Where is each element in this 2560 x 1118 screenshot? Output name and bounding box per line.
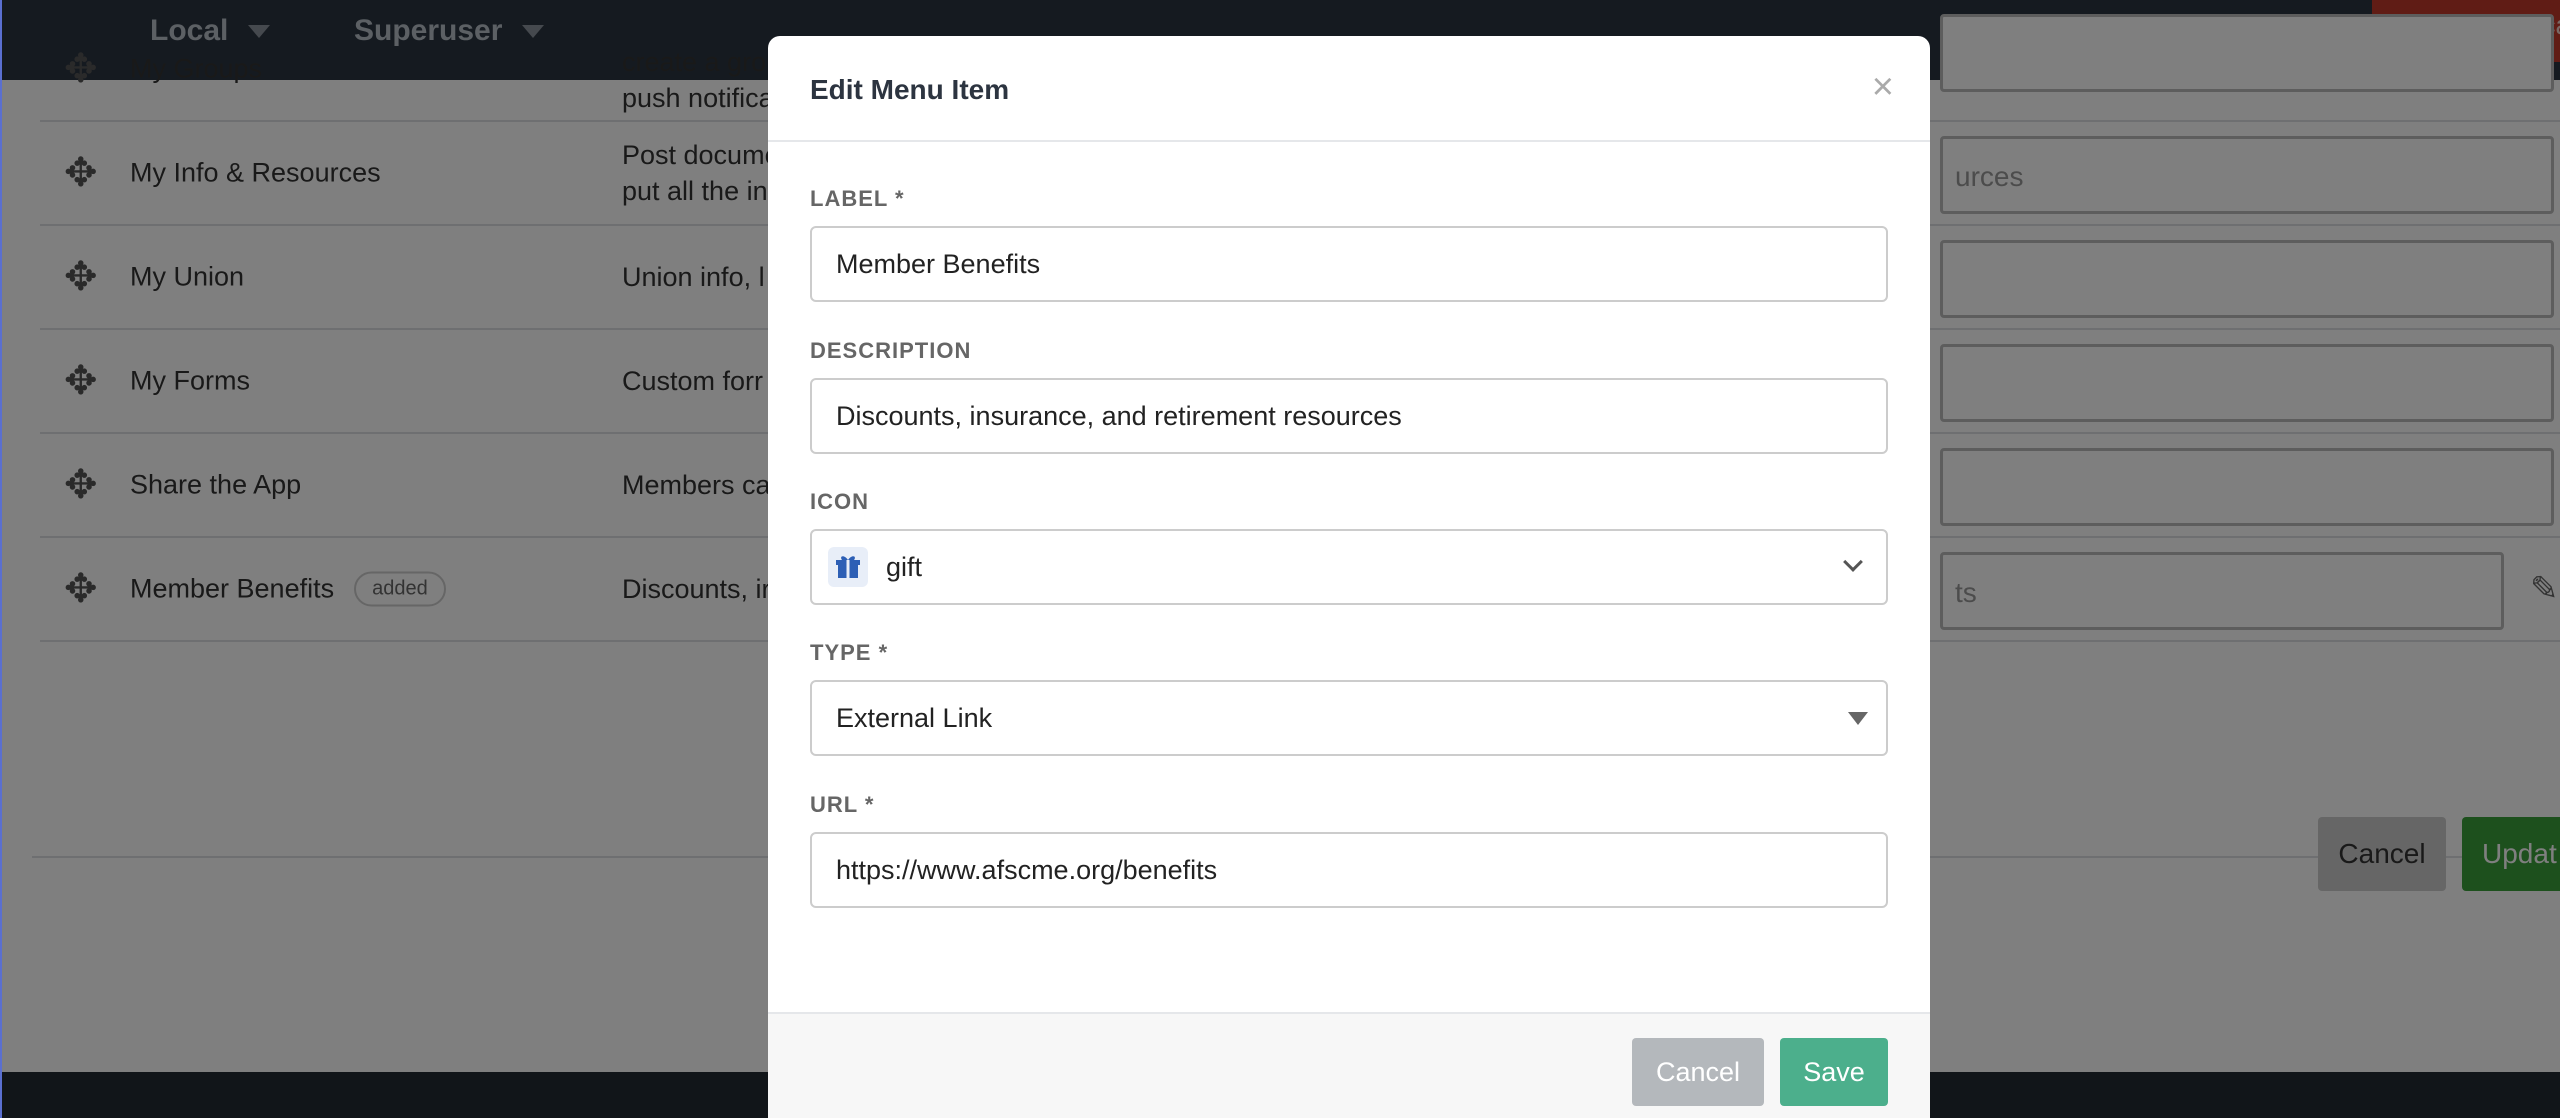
description-field-label: DESCRIPTION	[810, 338, 972, 363]
url-input[interactable]: https://www.afscme.org/benefits	[810, 832, 1888, 908]
modal-header: Edit Menu Item ×	[768, 36, 1930, 142]
save-button[interactable]: Save	[1780, 1038, 1888, 1106]
type-field-label: TYPE *	[810, 640, 889, 665]
label-field-label: LABEL *	[810, 186, 905, 211]
url-input-value: https://www.afscme.org/benefits	[836, 854, 1218, 885]
url-field-label: URL *	[810, 792, 875, 817]
modal-title: Edit Menu Item	[810, 74, 1010, 105]
description-input[interactable]: Discounts, insurance, and retirement res…	[810, 378, 1888, 454]
gift-icon	[828, 547, 868, 587]
window-edge	[0, 0, 2, 1118]
caret-down-icon	[1848, 712, 1868, 725]
type-select[interactable]: External Link	[810, 680, 1888, 756]
modal-footer: Cancel Save	[768, 1012, 1930, 1118]
type-select-value: External Link	[836, 702, 993, 733]
icon-select[interactable]: gift	[810, 529, 1888, 605]
close-icon[interactable]: ×	[1872, 66, 1894, 109]
cancel-button[interactable]: Cancel	[1632, 1038, 1764, 1106]
icon-select-value: gift	[886, 551, 923, 582]
label-input-value: Member Benefits	[836, 248, 1041, 279]
icon-field-label: ICON	[810, 489, 869, 514]
description-input-value: Discounts, insurance, and retirement res…	[836, 400, 1402, 431]
chevron-down-icon	[1843, 552, 1863, 572]
label-input[interactable]: Member Benefits	[810, 226, 1888, 302]
edit-menu-item-modal: Edit Menu Item × LABEL * Member Benefits…	[768, 36, 1930, 1118]
